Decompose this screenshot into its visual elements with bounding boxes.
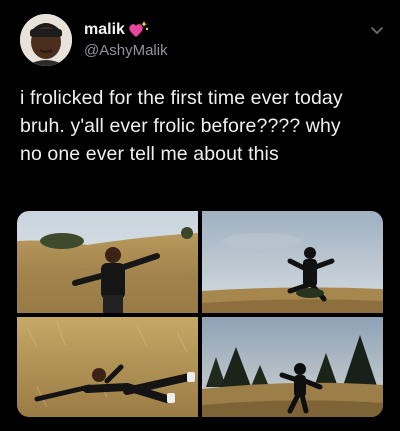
- tweet-text: i frolicked for the first time ever toda…: [20, 84, 388, 168]
- photo-2[interactable]: [202, 211, 383, 313]
- chevron-down-icon[interactable]: [370, 24, 384, 38]
- tweet-text-line: no one ever tell me about this: [20, 143, 279, 165]
- display-name[interactable]: malik: [84, 21, 125, 39]
- tweet-header: malik @AshyMalik: [20, 14, 384, 68]
- avatar[interactable]: [20, 14, 72, 66]
- photo-3[interactable]: [17, 317, 198, 417]
- photo-1[interactable]: [17, 211, 198, 313]
- user-handle[interactable]: @AshyMalik: [84, 42, 168, 59]
- name-row: malik: [84, 20, 149, 40]
- avatar-image: [20, 14, 72, 66]
- sparkling-heart-icon: [127, 20, 149, 40]
- photo-4[interactable]: [202, 317, 383, 417]
- tweet-text-line: i frolicked for the first time ever toda…: [20, 87, 343, 109]
- media-grid: [17, 211, 383, 417]
- tweet-text-line: bruh. y'all ever frolic before???? why: [20, 115, 341, 137]
